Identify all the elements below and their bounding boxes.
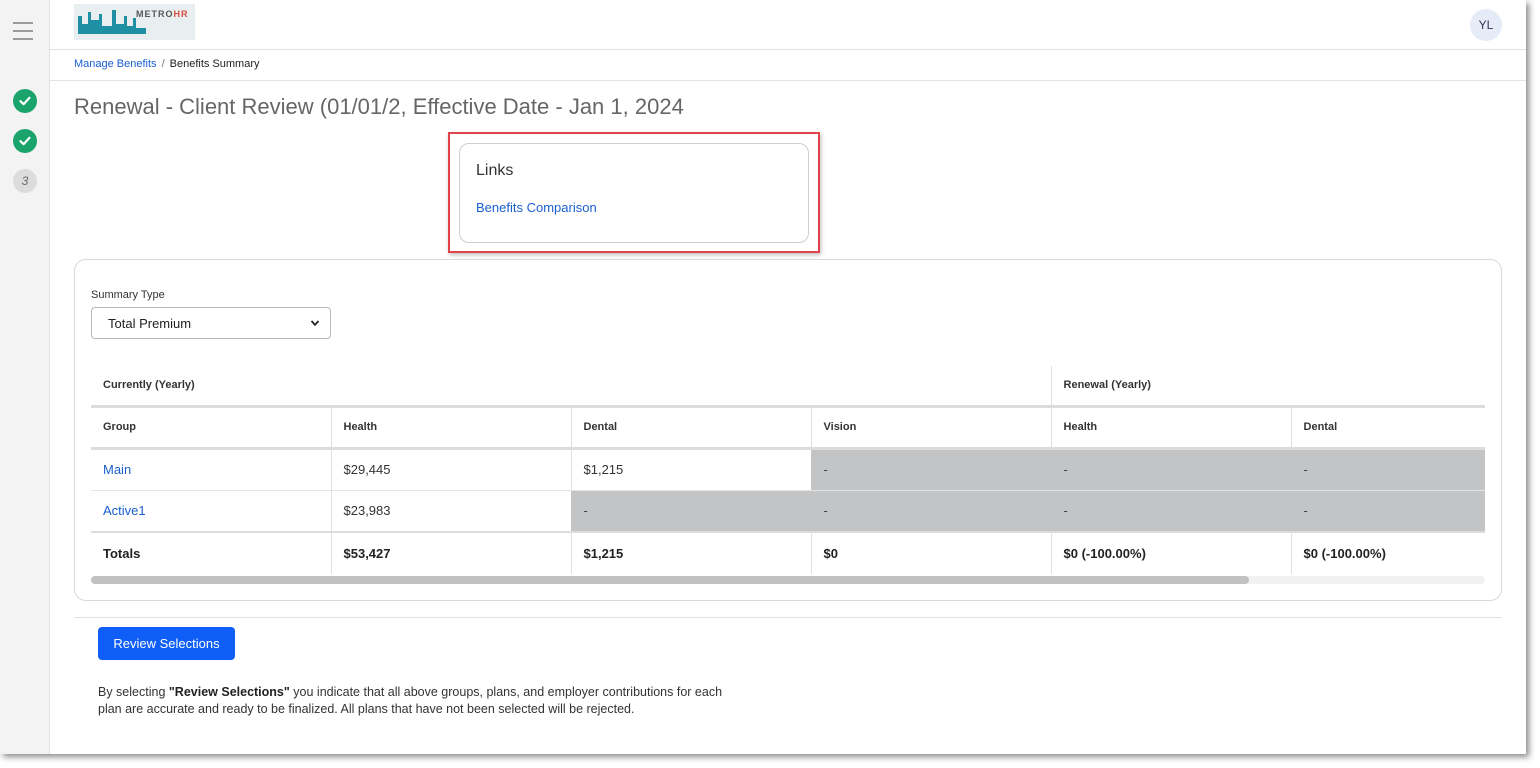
current-yearly-header: Currently (Yearly) [91,366,1052,408]
table-column-header-row: Group Health Dental Vision Health Dental [91,406,1485,450]
column-header-current-dental: Dental [570,406,811,450]
benefits-comparison-link[interactable]: Benefits Comparison [476,200,597,215]
horizontal-scrollbar[interactable] [91,576,1485,584]
metrohr-logo[interactable]: METROHR [74,4,195,40]
column-header-current-vision: Vision [810,406,1052,450]
step-3-indicator[interactable]: 3 [13,169,37,193]
totals-row: Totals $53,427 $1,215 $0 $0 (-100.00%) $… [91,531,1485,574]
breadcrumb-divider [50,80,1526,81]
step-2-complete-icon[interactable] [13,129,37,153]
page-title: Renewal - Client Review (01/01/2, Effect… [74,94,684,119]
review-disclaimer: By selecting "Review Selections" you ind… [98,684,738,718]
group-link-main[interactable]: Main [91,448,331,491]
summary-type-select[interactable]: Total Premium [91,307,331,339]
breadcrumb-separator: / [161,58,165,70]
app-window: 3 METROHR YL Manage Benefits / Benefits … [0,0,1526,754]
disclaimer-prefix: By selecting [98,685,169,699]
column-header-renewal-health: Health [1050,406,1292,450]
table-cell: - [1050,448,1292,491]
chevron-down-icon [310,320,320,327]
summary-card: Summary Type Total Premium Currently (Ye… [74,259,1502,601]
column-header-group: Group [91,406,331,450]
column-header-current-health: Health [330,406,571,450]
menu-icon[interactable] [13,22,33,40]
review-selections-button[interactable]: Review Selections [98,627,235,660]
table-group-header-row: Currently (Yearly) Renewal (Yearly) [91,366,1485,408]
disclaimer-emphasis: "Review Selections" [168,685,290,699]
logo-text: METROHR [136,9,189,19]
table-cell: - [570,490,811,533]
section-divider [74,617,1502,618]
sidebar: 3 [0,0,50,754]
table-cell: - [810,448,1052,491]
table-cell: $1,215 [570,448,811,491]
renewal-yearly-header: Renewal (Yearly) [1050,366,1485,408]
group-link-active1[interactable]: Active1 [91,490,331,533]
table-cell: - [1290,490,1485,533]
breadcrumb-manage-benefits[interactable]: Manage Benefits [74,58,157,70]
user-avatar[interactable]: YL [1470,9,1502,41]
table-cell: - [1290,448,1485,491]
step-1-complete-icon[interactable] [13,89,37,113]
table-row: Active1 $23,983 - - - - [91,490,1485,533]
top-header: METROHR YL [50,0,1526,50]
totals-cell: $0 (-100.00%) [1290,531,1485,574]
table-cell: - [810,490,1052,533]
table-cell: $29,445 [330,448,571,491]
totals-cell: $1,215 [570,531,811,574]
table-cell: - [1050,490,1292,533]
summary-table-container[interactable]: Currently (Yearly) Renewal (Yearly) Grou… [91,366,1485,578]
column-header-renewal-dental: Dental [1290,406,1485,450]
totals-label: Totals [91,531,331,574]
summary-type-label: Summary Type [91,289,165,301]
summary-table: Currently (Yearly) Renewal (Yearly) Grou… [91,366,1485,574]
breadcrumb: Manage Benefits / Benefits Summary [74,58,260,70]
breadcrumb-current: Benefits Summary [169,58,260,70]
totals-cell: $0 (-100.00%) [1050,531,1292,574]
links-card-title: Links [476,162,514,179]
scrollbar-thumb[interactable] [91,576,1249,584]
links-card: Links Benefits Comparison [459,143,809,243]
totals-cell: $0 [810,531,1052,574]
summary-type-value: Total Premium [108,315,192,331]
table-cell: $23,983 [330,490,571,533]
table-row: Main $29,445 $1,215 - - - [91,448,1485,491]
totals-cell: $53,427 [330,531,571,574]
